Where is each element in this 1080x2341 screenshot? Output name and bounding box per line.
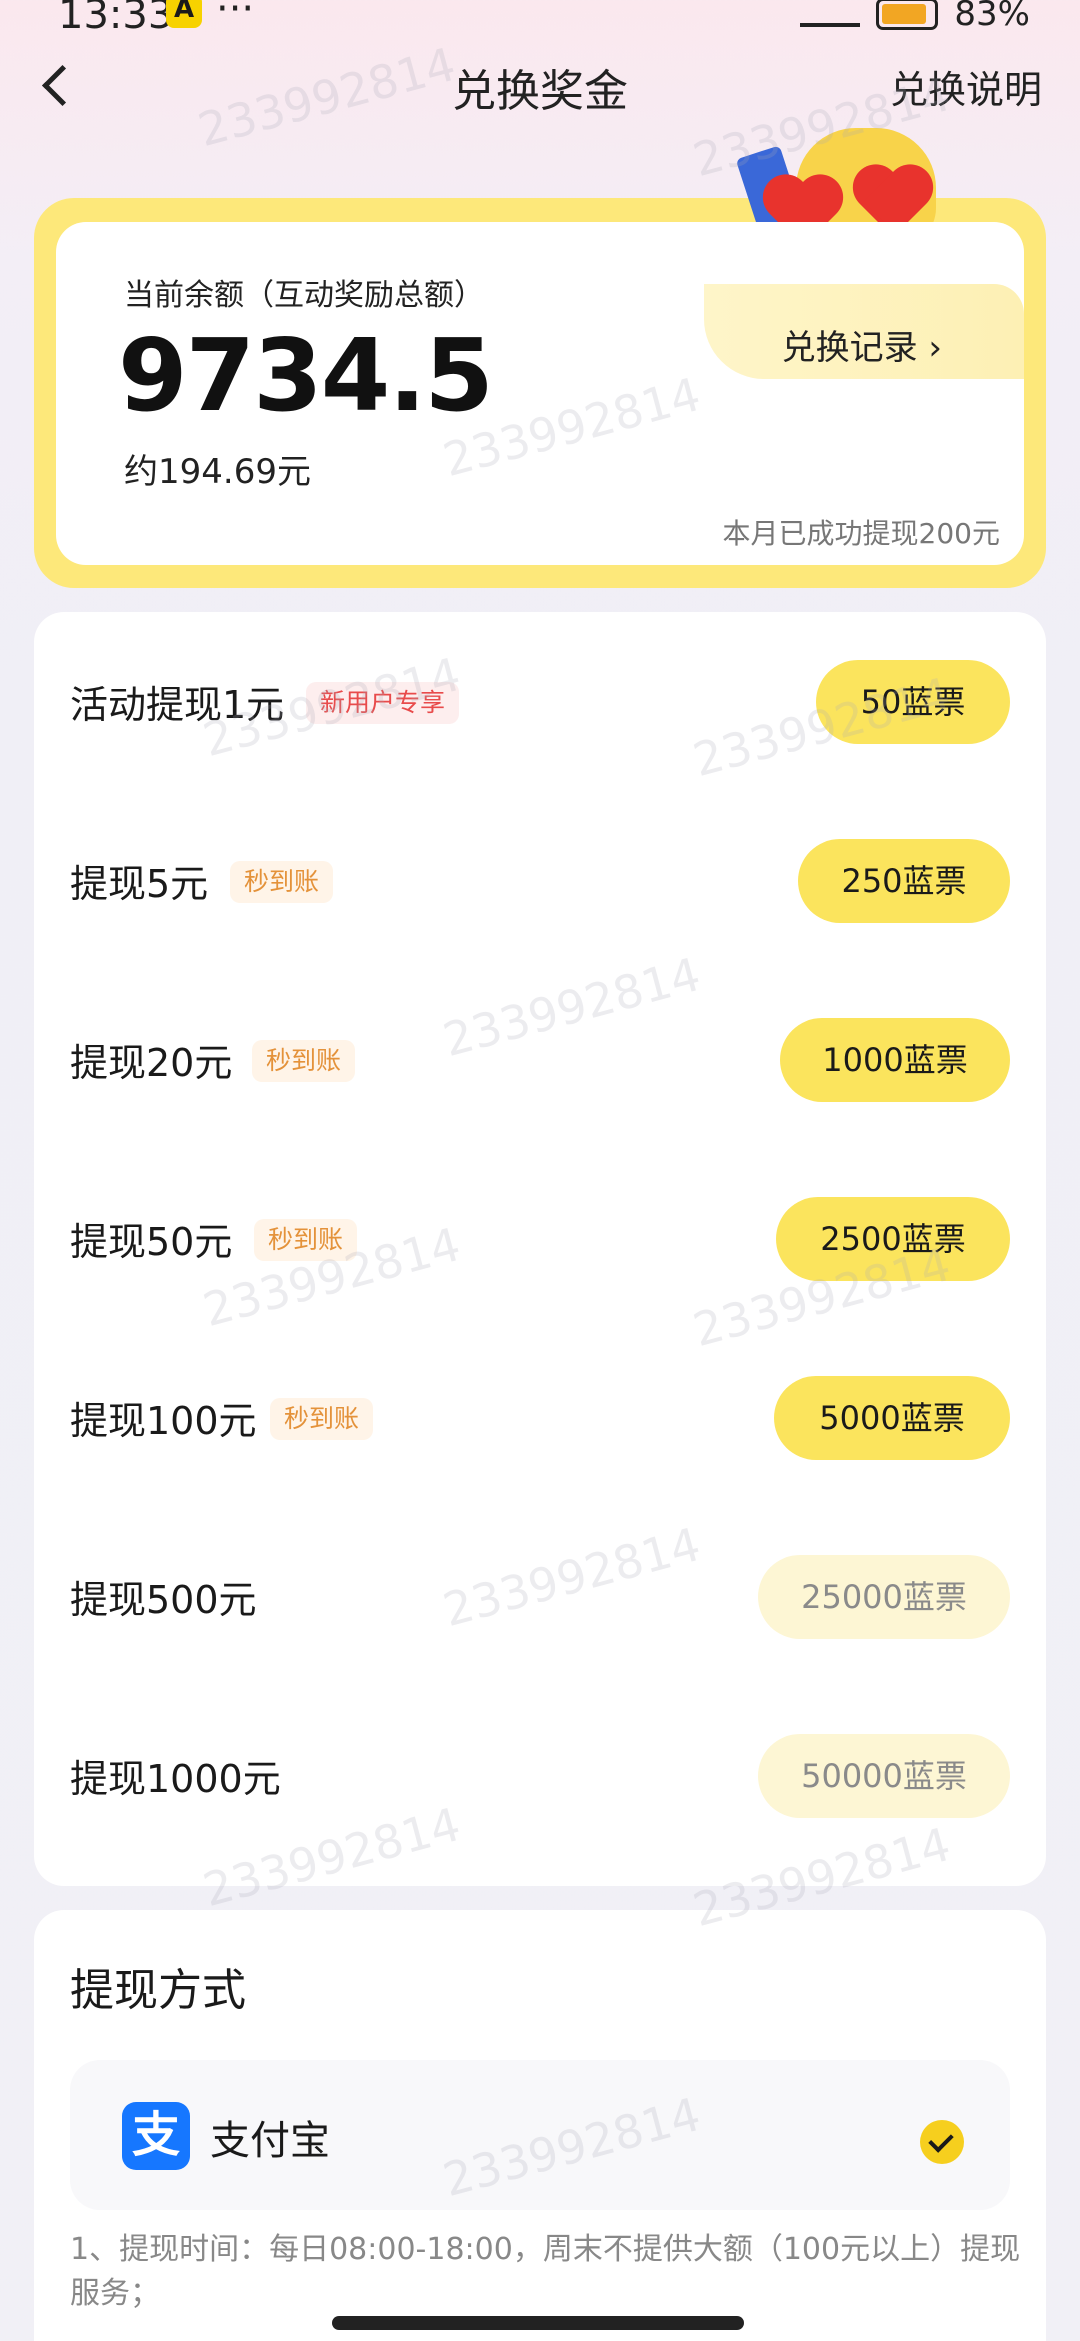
method-title: 提现方式 [70,1965,246,2016]
status-bar: 13:33 A ··· 83% [0,0,1080,40]
withdraw-row: 提现20元 秒到账 1000蓝票 [34,1016,1046,1106]
new-user-badge: 新用户专享 [306,682,460,724]
status-time: 13:33 [58,0,174,38]
exchange-button[interactable]: 50蓝票 [816,660,1010,744]
exchange-button-disabled[interactable]: 25000蓝票 [758,1555,1010,1639]
battery-icon [876,0,939,30]
withdraw-title: 提现100元 [70,1399,257,1443]
withdraw-title: 活动提现1元 [70,683,285,727]
exchange-button-disabled[interactable]: 50000蓝票 [758,1734,1010,1818]
exchange-button[interactable]: 5000蓝票 [774,1376,1010,1460]
exchange-record-link[interactable]: 兑换记录 › [782,320,942,369]
instant-badge: 秒到账 [270,1398,374,1440]
withdraw-title: 提现50元 [70,1220,233,1264]
signal-icon [800,1,861,27]
home-indicator[interactable] [332,2316,744,2330]
month-withdrawn-note: 本月已成功提现200元 [722,517,1000,550]
withdraw-title: 提现1000元 [70,1757,281,1801]
withdraw-row: 提现500元 25000蓝票 [34,1553,1046,1643]
withdraw-options-card: 活动提现1元 新用户专享 50蓝票 提现5元 秒到账 250蓝票 提现20元 秒… [34,612,1046,1886]
exchange-button[interactable]: 2500蓝票 [776,1197,1010,1281]
withdraw-title: 提现5元 [70,862,209,906]
withdraw-row: 活动提现1元 新用户专享 50蓝票 [34,658,1046,748]
check-icon[interactable] [920,2120,964,2164]
instant-badge: 秒到账 [254,1219,358,1261]
exchange-button[interactable]: 250蓝票 [798,839,1010,923]
balance-card: 当前余额（互动奖励总额） 9734.5 约194.69元 兑换记录 › 本月已成… [34,128,1046,588]
withdraw-row: 提现5元 秒到账 250蓝票 [34,837,1046,927]
balance-value: 9734.5 [118,317,494,434]
balance-label: 当前余额（互动奖励总额） [124,278,484,313]
app-notification-icon: A [166,0,202,28]
balance-panel: 当前余额（互动奖励总额） 9734.5 约194.69元 兑换记录 › 本月已成… [56,222,1024,565]
withdraw-title: 提现20元 [70,1041,233,1085]
instant-badge: 秒到账 [252,1040,356,1082]
exchange-button[interactable]: 1000蓝票 [780,1018,1010,1102]
withdraw-row: 提现50元 秒到账 2500蓝票 [34,1195,1046,1285]
alipay-label: 支付宝 [210,2118,330,2164]
withdraw-method-card: 提现方式 支 支付宝 1、提现时间：每日08:00-18:00，周末不提供大额（… [34,1910,1046,2341]
withdraw-row: 提现1000元 50000蓝票 [34,1732,1046,1822]
status-indicators: 83% [800,0,1030,34]
balance-approx: 约194.69元 [124,452,311,492]
withdraw-time-note: 1、提现时间：每日08:00-18:00，周末不提供大额（100元以上）提现服务… [70,2232,1021,2311]
alipay-option[interactable]: 支 支付宝 [70,2060,1010,2210]
exchange-help-link[interactable]: 兑换说明 [890,59,1042,114]
more-notifications-icon: ··· [216,0,255,32]
alipay-icon: 支 [122,2102,190,2170]
page-header: 兑换奖金 兑换说明 [0,45,1080,125]
withdraw-row: 提现100元 秒到账 5000蓝票 [34,1374,1046,1464]
withdraw-title: 提现500元 [70,1578,257,1622]
battery-level: 83% [954,0,1030,34]
instant-badge: 秒到账 [230,861,334,903]
